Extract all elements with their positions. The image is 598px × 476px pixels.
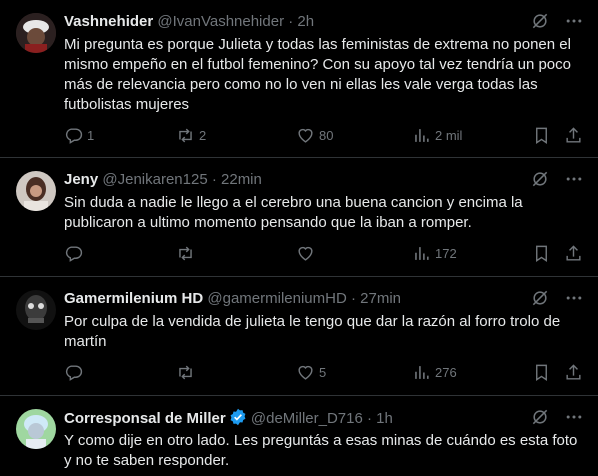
tweet-time[interactable]: · 22min <box>212 171 262 188</box>
verified-badge-icon <box>230 408 246 426</box>
bookmark-icon <box>532 126 551 145</box>
reply-icon <box>64 244 83 263</box>
views-button[interactable]: 276 <box>412 363 457 382</box>
views-count: 172 <box>435 246 457 261</box>
more-icon[interactable] <box>564 407 584 427</box>
grok-icon[interactable] <box>530 407 550 427</box>
like-count: 80 <box>319 128 334 143</box>
heart-icon <box>296 363 315 382</box>
retweet-button[interactable] <box>176 363 199 382</box>
grok-icon[interactable] <box>530 11 550 31</box>
heart-icon <box>296 244 315 263</box>
more-icon[interactable] <box>564 169 584 189</box>
views-icon <box>412 244 431 263</box>
retweet-count: 2 <box>199 128 207 143</box>
avatar-image <box>16 171 56 211</box>
avatar[interactable] <box>16 13 56 53</box>
author-name[interactable]: Jeny <box>64 171 98 188</box>
retweet-icon <box>176 244 195 263</box>
views-button[interactable]: 172 <box>412 244 457 263</box>
like-button[interactable]: 5 <box>296 363 326 382</box>
views-count: 2 mil <box>435 128 463 143</box>
bookmark-button[interactable] <box>532 126 551 145</box>
tweet-text: Sin duda a nadie le llego a el cerebro u… <box>64 194 523 231</box>
grok-icon[interactable] <box>530 169 550 189</box>
tweet-4[interactable]: Corresponsal de Miller @deMiller_D716 · … <box>0 396 598 476</box>
tweet-text: Por culpa de la vendida de julieta le te… <box>64 313 561 350</box>
author-name[interactable]: Vashnehider <box>64 13 153 30</box>
views-icon <box>412 363 431 382</box>
reply-icon <box>64 363 83 382</box>
tweet-2[interactable]: Jeny @Jenikaren125 · 22min Sin duda a na… <box>0 158 598 277</box>
retweet-icon <box>176 126 195 145</box>
author-name[interactable]: Corresponsal de Miller <box>64 410 226 427</box>
grok-icon[interactable] <box>530 288 550 308</box>
avatar[interactable] <box>16 290 56 330</box>
heart-icon <box>296 126 315 145</box>
retweet-button[interactable]: 2 <box>176 126 206 145</box>
views-icon <box>412 126 431 145</box>
like-button[interactable]: 80 <box>296 126 333 145</box>
more-icon[interactable] <box>564 11 584 31</box>
author-handle[interactable]: @gamermileniumHD <box>207 290 346 307</box>
views-count: 276 <box>435 365 457 380</box>
avatar-image <box>16 409 56 449</box>
more-icon[interactable] <box>564 288 584 308</box>
share-button[interactable] <box>564 244 583 263</box>
views-button[interactable]: 2 mil <box>412 126 462 145</box>
reply-icon <box>64 126 83 145</box>
tweet-text: Y como dije en otro lado. Les preguntás … <box>64 432 578 469</box>
share-icon <box>564 244 583 263</box>
avatar[interactable] <box>16 409 56 449</box>
avatar-image <box>16 13 56 53</box>
avatar[interactable] <box>16 171 56 211</box>
author-handle[interactable]: @deMiller_D716 <box>251 410 363 427</box>
tweet-text: Mi pregunta es porque Julieta y todas la… <box>64 36 571 113</box>
author-handle[interactable]: @IvanVashnehider <box>157 13 284 30</box>
tweet-time[interactable]: · 1h <box>367 410 393 427</box>
tweet-time[interactable]: · 2h <box>288 13 314 30</box>
bookmark-icon <box>532 244 551 263</box>
share-icon <box>564 126 583 145</box>
share-button[interactable] <box>564 126 583 145</box>
bookmark-icon <box>532 363 551 382</box>
reply-count: 1 <box>87 128 95 143</box>
share-button[interactable] <box>564 363 583 382</box>
retweet-icon <box>176 363 195 382</box>
author-handle[interactable]: @Jenikaren125 <box>102 171 207 188</box>
author-name[interactable]: Gamermilenium HD <box>64 290 203 307</box>
bookmark-button[interactable] <box>532 363 551 382</box>
reply-button[interactable]: 1 <box>64 126 94 145</box>
tweet-1[interactable]: Vashnehider @IvanVashnehider · 2h Mi pre… <box>0 0 598 158</box>
tweet-time[interactable]: · 27min <box>351 290 401 307</box>
share-icon <box>564 363 583 382</box>
reply-button[interactable] <box>64 244 87 263</box>
bookmark-button[interactable] <box>532 244 551 263</box>
retweet-button[interactable] <box>176 244 199 263</box>
avatar-image <box>16 290 56 330</box>
tweet-3[interactable]: Gamermilenium HD @gamermileniumHD · 27mi… <box>0 277 598 396</box>
reply-button[interactable] <box>64 363 87 382</box>
like-count: 5 <box>319 365 327 380</box>
like-button[interactable] <box>296 244 319 263</box>
